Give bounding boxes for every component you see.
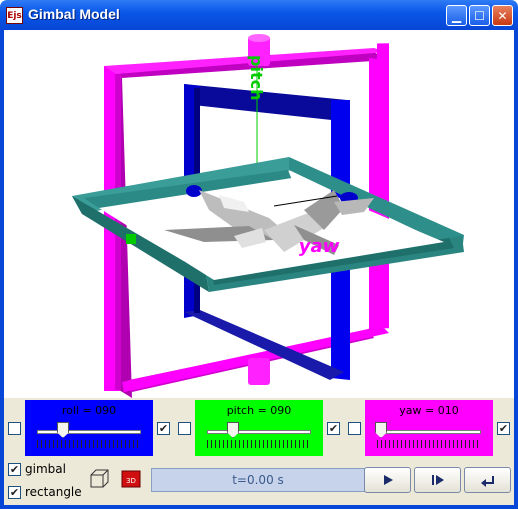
pitch-axis-label: pitch — [247, 55, 266, 100]
roll-left-checkbox[interactable] — [8, 422, 21, 435]
minimize-button[interactable]: ▁ — [446, 5, 467, 26]
yaw-slider-track[interactable] — [377, 430, 481, 434]
yaw-left-checkbox[interactable] — [348, 422, 361, 435]
wireframe-box-icon[interactable] — [88, 468, 110, 490]
yaw-slider-panel: yaw = 010 — [365, 400, 493, 456]
minimize-icon: ▁ — [451, 8, 462, 23]
roll-slider-track[interactable] — [37, 430, 141, 434]
yaw-label: yaw = 010 — [399, 404, 459, 417]
maximize-button[interactable]: ☐ — [469, 5, 490, 26]
app-icon: Ejs — [6, 7, 23, 24]
window-title: Gimbal Model — [28, 6, 120, 22]
maximize-icon: ☐ — [474, 8, 485, 23]
step-button[interactable] — [414, 467, 461, 493]
3d-view-icon[interactable]: 3D — [120, 468, 142, 490]
play-icon — [383, 475, 393, 485]
roll-label: roll = 090 — [61, 404, 117, 417]
rectangle-checkbox-label: rectangle — [25, 485, 82, 499]
reset-button[interactable] — [464, 467, 511, 493]
pitch-slider-ticks — [207, 440, 311, 448]
rectangle-checkbox[interactable]: ✔ — [8, 486, 21, 499]
pitch-slider-thumb[interactable] — [227, 422, 239, 438]
roll-slider-panel: roll = 090 — [25, 400, 153, 456]
yaw-slider-thumb[interactable] — [375, 422, 387, 438]
close-icon: ✕ — [497, 8, 508, 23]
scene-svg: pitch yaw — [72, 34, 464, 398]
roll-right-checkbox[interactable]: ✔ — [157, 422, 170, 435]
svg-text:3D: 3D — [126, 477, 136, 485]
3d-scene[interactable]: pitch yaw — [4, 30, 514, 398]
yaw-right-checkbox[interactable]: ✔ — [497, 422, 510, 435]
step-icon — [431, 475, 444, 485]
time-display: t=0.00 s — [151, 468, 365, 492]
yaw-slider-ticks — [377, 440, 481, 448]
pitch-slider-track[interactable] — [207, 430, 311, 434]
pitch-left-checkbox[interactable] — [178, 422, 191, 435]
gimbal-checkbox-label: gimbal — [25, 462, 66, 476]
yaw-axis-label: yaw — [297, 236, 341, 257]
roll-slider-ticks — [37, 440, 141, 448]
bottom-toolbar: ✔ gimbal ✔ rectangle 3D t=0.00 s — [4, 458, 514, 505]
gimbal-checkbox[interactable]: ✔ — [8, 463, 21, 476]
pitch-label: pitch = 090 — [226, 404, 292, 417]
slider-controls: roll = 090 ✔ pitch = 090 ✔ yaw = 010 ✔ — [4, 398, 514, 458]
roll-slider-thumb[interactable] — [57, 422, 69, 438]
reset-icon — [480, 476, 494, 487]
title-bar[interactable]: Ejs Gimbal Model ▁ ☐ ✕ — [0, 0, 518, 30]
pitch-slider-panel: pitch = 090 — [195, 400, 323, 456]
pitch-right-checkbox[interactable]: ✔ — [327, 422, 340, 435]
close-button[interactable]: ✕ — [492, 5, 513, 26]
play-button[interactable] — [364, 467, 411, 493]
